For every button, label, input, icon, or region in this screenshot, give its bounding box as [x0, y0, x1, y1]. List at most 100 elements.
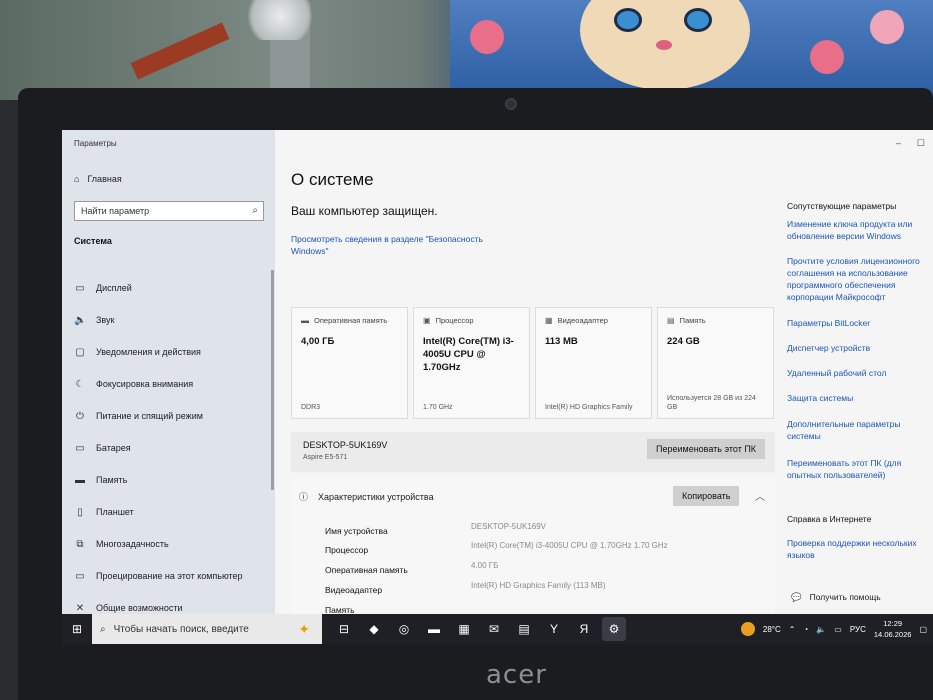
window-title: Параметры — [74, 139, 117, 148]
spec-value: DESKTOP-5UK169V — [471, 522, 546, 531]
windows-start-icon[interactable]: ⊞ — [62, 622, 92, 636]
flower — [470, 20, 504, 54]
pc-name-row: DESKTOP-5UK169V Aspire E5-571 Переименов… — [291, 432, 775, 472]
security-details-link[interactable]: Просмотреть сведения в разделе "Безопасн… — [291, 233, 521, 257]
settings-search-input[interactable]: Найти параметр ⌕ — [74, 201, 264, 221]
spec-label: Оперативная память — [325, 565, 408, 575]
sidebar-item-label: Многозадачность — [96, 539, 169, 549]
yandex-browser-icon[interactable]: Y — [542, 617, 566, 641]
moon-icon: ☾ — [75, 378, 85, 390]
get-help-label: Получить помощь — [809, 592, 881, 602]
flower — [870, 10, 904, 44]
cat-nose — [656, 40, 672, 50]
rename-pc-button[interactable]: Переименовать этот ПК — [647, 439, 766, 459]
volume-icon[interactable]: 🔈 — [816, 625, 826, 634]
flower — [810, 40, 844, 74]
sidebar-item[interactable]: 🔈 Звук — [74, 304, 269, 336]
link-device-manager[interactable]: Диспетчер устройств — [787, 342, 933, 354]
link-license-terms[interactable]: Прочтите условия лицензионного соглашени… — [787, 255, 933, 303]
spec-value: 4.00 ГБ — [471, 561, 499, 570]
spec-card: ▦ Видеоадаптер 113 MB Intel(R) HD Graphics … — [535, 307, 652, 419]
protection-status: Ваш компьютер защищен. — [291, 204, 438, 218]
search-icon: ⌕ — [252, 205, 258, 216]
cat-face — [580, 0, 750, 90]
specs-header[interactable]: ⓘ Характеристики устройства — [299, 490, 434, 503]
taskbar-apps: ⊟ ◆ ◎ ▬ ▦ ✉ ▤ Y Я ⚙ — [332, 617, 626, 641]
sidebar-item[interactable]: ▭ Дисплей — [74, 272, 269, 304]
minimize-icon[interactable]: – — [896, 138, 901, 149]
pc-model: Aspire E5-571 — [303, 454, 348, 461]
clock[interactable]: 12:29 14.06.2026 — [874, 618, 912, 640]
link-system-protection[interactable]: Защита системы — [787, 392, 933, 404]
temperature[interactable]: 28°C — [763, 625, 781, 634]
mail-icon[interactable]: ✉ — [482, 617, 506, 641]
chat-icon: 💬 — [791, 592, 802, 602]
wooden-object — [130, 22, 230, 80]
date: 14.06.2026 — [873, 630, 912, 639]
project-icon: ▭ — [75, 570, 85, 582]
storage-icon: ▬ — [75, 474, 85, 486]
taskbar: ⊞ ⌕ Чтобы начать поиск, введите ✦ ⊟ ◆ ◎ ▬ ▦ ✉… — [62, 614, 933, 644]
link-product-key[interactable]: Изменение ключа продукта или обновление … — [787, 218, 933, 242]
sidebar-item[interactable]: ▭ Проецирование на этот компьютер — [74, 560, 269, 592]
sidebar-item[interactable]: ▯ Планшет — [74, 496, 269, 528]
card-header: ▤ Память — [667, 316, 764, 325]
power-icon: ⏻ — [76, 410, 84, 422]
copilot-icon[interactable]: ◆ — [362, 617, 386, 641]
link-bitlocker[interactable]: Параметры BitLocker — [787, 317, 933, 329]
acer-logo: acer — [486, 660, 547, 690]
spec-card: ▤ Память 224 GB Используется 28 GB из 224 G… — [657, 307, 774, 419]
card-value: 4,00 ГБ — [301, 336, 335, 347]
sidebar-item-label: Общие возможности — [96, 603, 183, 613]
sidebar-item[interactable]: ▬ Память — [74, 464, 269, 496]
network-icon[interactable]: ◔ — [803, 625, 808, 634]
screen: Параметры ⌂ Главная Найти параметр ⌕ Сис… — [62, 130, 933, 644]
nav-list: ▭ Дисплей 🔈 Звук ▢ Уведомления и действия ☾ Фок… — [74, 272, 269, 624]
weather-icon[interactable] — [740, 622, 755, 636]
yandex-icon[interactable]: Я — [572, 617, 596, 641]
spec-cards: ▬ Оперативная память 4,00 ГБ DDR3 ▣ Процессор… — [291, 307, 774, 419]
device-specs: ⓘ Характеристики устройства Копировать ︿… — [291, 478, 775, 615]
maximize-icon[interactable]: ☐ — [917, 138, 925, 149]
sidebar-scrollbar[interactable] — [271, 270, 274, 490]
chevron-up-icon[interactable]: ︿ — [755, 488, 765, 503]
disk-icon: ▤ — [667, 316, 675, 325]
edge-icon[interactable]: ◎ — [392, 617, 416, 641]
tablet-icon: ▯ — [77, 506, 83, 518]
link-advanced-settings[interactable]: Дополнительные параметры системы — [787, 418, 933, 442]
related-settings: – ☐ Сопутствующие параметры Изменение кл… — [775, 130, 933, 614]
settings-icon[interactable]: ⚙ — [602, 617, 626, 641]
task-view-icon[interactable]: ⊟ — [332, 617, 356, 641]
cat-painting — [450, 0, 933, 96]
search-icon: ⌕ — [100, 623, 106, 635]
sidebar-item[interactable]: ▢ Уведомления и действия — [74, 336, 269, 368]
spec-card: ▬ Оперативная память 4,00 ГБ DDR3 — [291, 307, 408, 419]
sidebar-item[interactable]: ⏻ Питание и спящий режим — [74, 400, 269, 432]
spec-value: Intel(R) Core(TM) i3-4005U CPU @ 1.70GHz… — [471, 541, 668, 550]
sidebar-item[interactable]: ☾ Фокусировка внимания — [74, 368, 269, 400]
sidebar-item[interactable]: ⧉ Многозадачность — [74, 528, 269, 560]
taskbar-search[interactable]: ⌕ Чтобы начать поиск, введите ✦ — [92, 614, 322, 644]
weather-app-icon[interactable]: ▤ — [512, 617, 536, 641]
spec-value: Intel(R) HD Graphics Family (113 MB) — [471, 581, 606, 590]
tray-chevron-icon[interactable]: ⌃ — [789, 625, 796, 634]
home-link[interactable]: ⌂ Главная — [74, 174, 122, 184]
card-header: ▣ Процессор — [423, 316, 520, 325]
store-icon[interactable]: ▦ — [452, 617, 476, 641]
link-rename-advanced[interactable]: Переименовать этот ПК (для опытных польз… — [787, 457, 933, 481]
copy-button[interactable]: Копировать — [673, 486, 740, 506]
language-indicator[interactable]: РУС — [850, 625, 866, 634]
notifications-icon[interactable]: ▢ — [919, 625, 927, 634]
battery-tray-icon[interactable]: ▭ — [834, 625, 842, 634]
sidebar-item-label: Память — [96, 475, 128, 485]
sidebar-item[interactable]: ▭ Батарея — [74, 432, 269, 464]
window-controls: – ☐ — [896, 138, 925, 149]
card-title: Процессор — [435, 316, 474, 325]
link-language-support[interactable]: Проверка поддержки нескольких языков — [787, 537, 933, 561]
display-icon: ▭ — [75, 282, 85, 294]
card-value: 224 GB — [667, 336, 700, 347]
info-icon: ⓘ — [299, 492, 309, 502]
link-remote-desktop[interactable]: Удаленный рабочий стол — [787, 367, 933, 379]
explorer-icon[interactable]: ▬ — [422, 617, 446, 641]
get-help-link[interactable]: 💬 Получить помощь — [791, 592, 881, 603]
